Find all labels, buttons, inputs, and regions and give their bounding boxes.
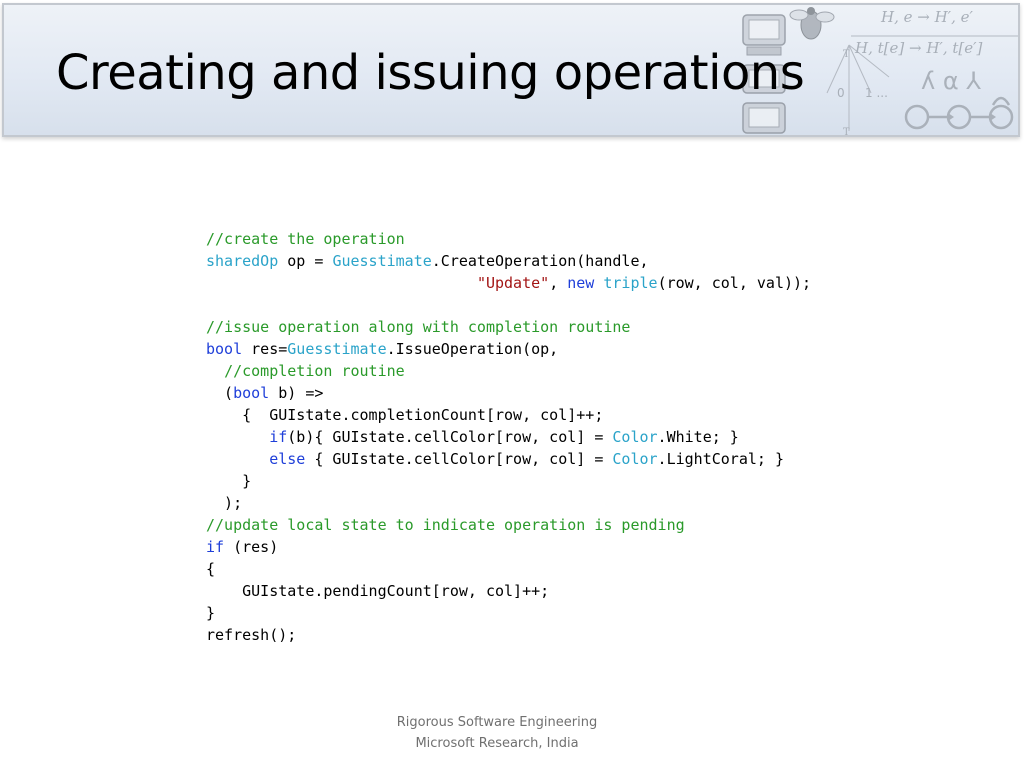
svg-text:1 ...: 1 ... <box>865 86 888 100</box>
code-line: else { GUIstate.cellColor[row, col] = Co… <box>269 450 784 468</box>
svg-text:T: T <box>843 127 850 137</box>
footer-line-2: Microsoft Research, India <box>415 736 579 751</box>
code-line: refresh(); <box>206 626 297 644</box>
svg-text:H, e → H′, e′: H, e → H′, e′ <box>880 8 973 26</box>
svg-text:0: 0 <box>837 86 845 100</box>
footer-line-1: Rigorous Software Engineering <box>396 715 598 730</box>
fly-icon <box>789 7 835 40</box>
svg-text:H, t[e] → H′, t[e′]: H, t[e] → H′, t[e′] <box>854 39 983 57</box>
code-line: { GUIstate.completionCount[row, col]++; <box>206 406 604 424</box>
code-line: GUIstate.pendingCount[row, col]++; <box>206 582 550 600</box>
svg-text:ʎ α ⅄: ʎ α ⅄ <box>921 67 981 95</box>
code-line: (bool b) => <box>206 384 324 402</box>
code-line: "Update", new triple(row, col, val)); <box>476 274 812 292</box>
code-line: if (res) <box>206 538 279 556</box>
code-line: bool res=Guesstimate.IssueOperation(op, <box>206 340 559 358</box>
code-line: { <box>206 560 216 578</box>
code-line: //issue operation along with completion … <box>206 318 631 336</box>
code-block: //create the operation sharedOp op = Gue… <box>206 228 811 646</box>
code-line: //create the operation <box>206 230 405 248</box>
code-line: } <box>206 472 252 490</box>
code-line: } <box>206 604 216 622</box>
slide-footer: Rigorous Software Engineering Microsoft … <box>0 712 994 754</box>
svg-text:T: T <box>843 49 850 60</box>
code-line: ); <box>206 494 243 512</box>
code-line: sharedOp op = Guesstimate.CreateOperatio… <box>206 252 649 270</box>
code-line: //completion routine <box>224 362 405 380</box>
header-band: Creating and issuing operations T T 0 1 … <box>2 3 1020 137</box>
computer-icon <box>742 102 786 134</box>
code-line: //update local state to indicate operati… <box>206 516 685 534</box>
slide-title: Creating and issuing operations <box>56 45 805 101</box>
code-line: if(b){ GUIstate.cellColor[row, col] = Co… <box>269 428 739 446</box>
